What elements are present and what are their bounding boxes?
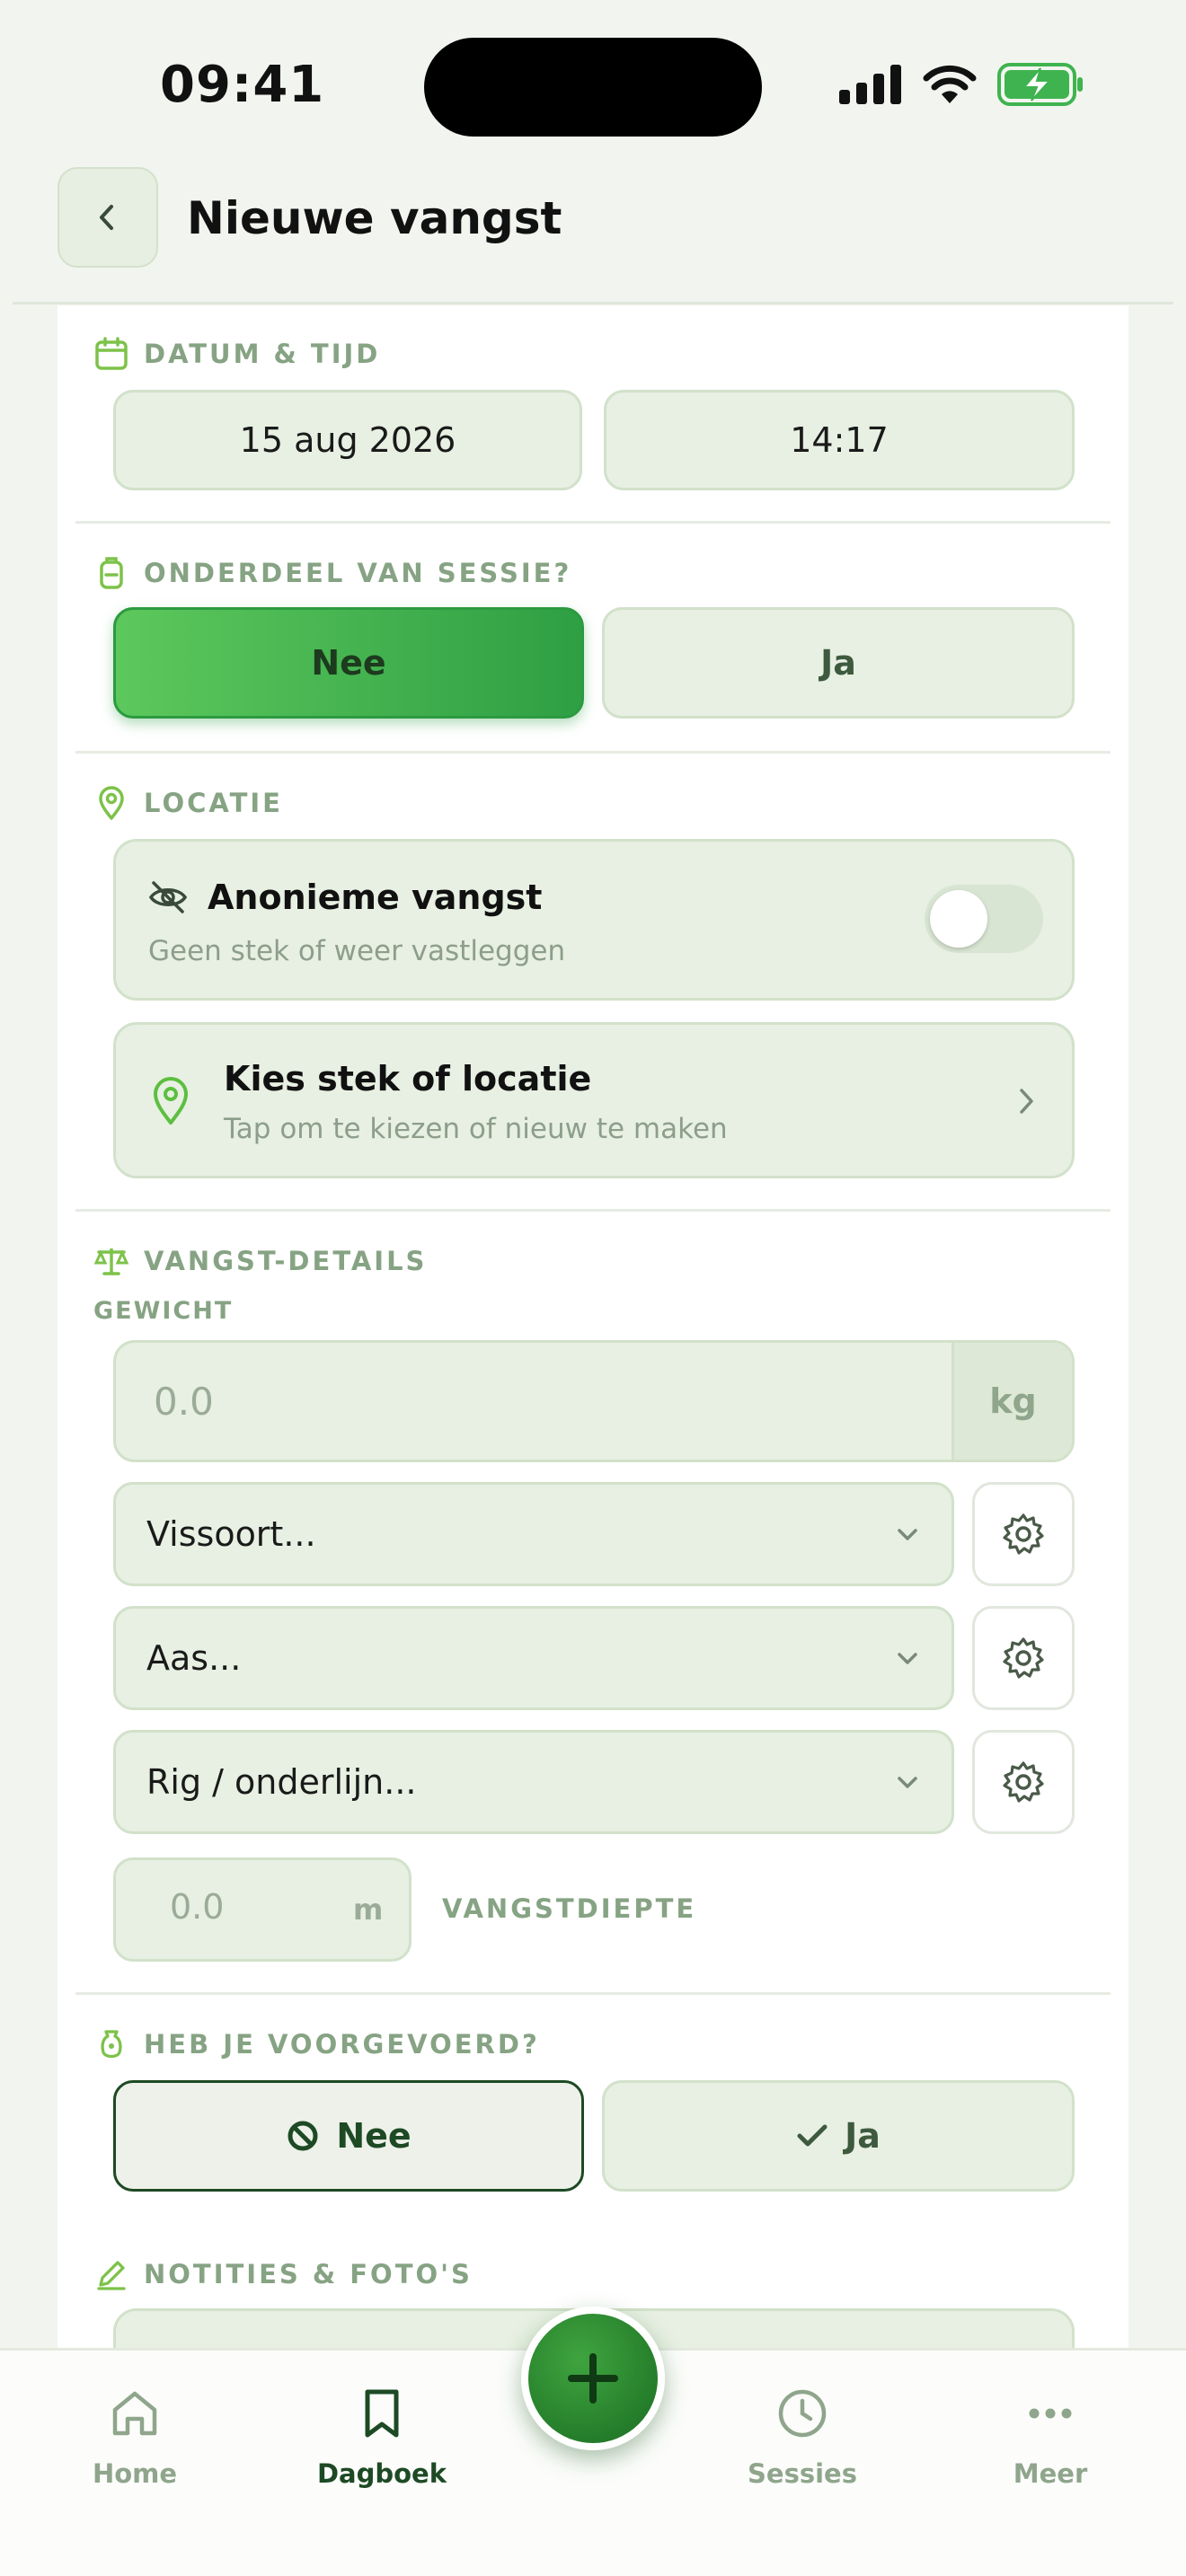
header: Nieuwe vangst — [0, 158, 1186, 304]
depth-input[interactable] — [170, 1887, 296, 1927]
eye-off-icon — [148, 879, 188, 915]
choose-location-button[interactable]: Kies stek of locatie Tap om te kiezen of… — [113, 1022, 1075, 1178]
status-bar: 09:41 — [0, 0, 1186, 158]
ban-icon — [286, 2119, 320, 2153]
chevron-left-icon — [92, 201, 124, 234]
choose-location-title: Kies stek of locatie — [224, 1059, 592, 1098]
check-icon — [796, 2122, 828, 2149]
section-label: ONDERDEEL VAN SESSIE? — [144, 558, 572, 588]
gear-icon — [1000, 1511, 1047, 1557]
pencil-icon — [93, 2256, 129, 2292]
choose-location-subtitle: Tap om te kiezen of nieuw te maken — [224, 1113, 728, 1145]
voorgevoerd-ja-label: Ja — [845, 2116, 881, 2156]
toggle-knob — [930, 890, 987, 948]
nav-sessies[interactable]: Sessies — [712, 2386, 892, 2489]
bait-select-text: Aas... — [146, 1638, 242, 1678]
bait-settings-button[interactable] — [972, 1606, 1075, 1710]
battery-charging-icon — [997, 63, 1084, 106]
dynamic-island — [424, 38, 762, 137]
anonymous-title: Anonieme vangst — [208, 878, 543, 917]
status-icons — [839, 63, 1084, 106]
weight-input[interactable] — [116, 1343, 950, 1460]
chevron-down-icon — [894, 1524, 921, 1544]
chevron-down-icon — [894, 1648, 921, 1668]
status-time: 09:41 — [160, 56, 325, 114]
time-picker[interactable]: 14:17 — [604, 390, 1075, 490]
section-label: NOTITIES & FOTO'S — [144, 2259, 473, 2289]
section-sessie-header: ONDERDEEL VAN SESSIE? — [93, 555, 571, 591]
section-label: HEB JE VOORGEVOERD? — [144, 2029, 540, 2060]
section-label: LOCATIE — [144, 788, 283, 818]
map-pin-icon — [150, 1075, 191, 1125]
form-card: DATUM & TIJD 15 aug 2026 14:17 ONDERDEEL… — [58, 305, 1128, 2416]
section-divider — [75, 751, 1111, 754]
chevron-right-icon — [1014, 1086, 1038, 1116]
section-label: VANGST-DETAILS — [144, 1246, 428, 1276]
sessie-ja-button[interactable]: Ja — [602, 607, 1075, 719]
nav-dagboek[interactable]: Dagboek — [292, 2386, 472, 2489]
anonymous-catch-card: Anonieme vangst Geen stek of weer vastle… — [113, 839, 1075, 1001]
bookmark-icon — [355, 2386, 409, 2440]
section-notities-header: NOTITIES & FOTO'S — [93, 2256, 473, 2292]
clock-icon — [775, 2386, 829, 2440]
species-select[interactable]: Vissoort... — [113, 1482, 954, 1586]
depth-label: VANGSTDIEPTE — [442, 1893, 697, 1924]
rig-settings-button[interactable] — [972, 1730, 1075, 1834]
depth-unit: m — [353, 1892, 384, 1927]
home-icon — [108, 2386, 162, 2440]
anonymous-subtitle: Geen stek of weer vastleggen — [148, 935, 566, 967]
signal-icon — [839, 65, 902, 104]
scale-icon — [93, 1243, 129, 1279]
date-picker[interactable]: 15 aug 2026 — [113, 390, 582, 490]
bait-bag-icon — [93, 2026, 129, 2062]
voorgevoerd-nee-button[interactable]: Nee — [113, 2080, 584, 2192]
plus-icon — [564, 2350, 622, 2407]
nav-meer[interactable]: Meer — [960, 2386, 1140, 2489]
section-label: DATUM & TIJD — [144, 339, 381, 369]
species-select-text: Vissoort... — [146, 1514, 316, 1554]
nav-sessies-label: Sessies — [748, 2458, 857, 2489]
map-pin-icon — [93, 785, 129, 821]
sessie-nee-button[interactable]: Nee — [113, 607, 584, 719]
section-voorgevoerd-header: HEB JE VOORGEVOERD? — [93, 2026, 540, 2062]
tackle-box-icon — [93, 555, 129, 591]
weight-unit: kg — [951, 1343, 1072, 1460]
voorgevoerd-nee-label: Nee — [336, 2116, 412, 2156]
section-divider — [75, 1992, 1111, 1995]
rig-select[interactable]: Rig / onderlijn... — [113, 1730, 954, 1834]
nav-dagboek-label: Dagboek — [316, 2458, 447, 2489]
calendar-icon — [93, 336, 129, 372]
more-icon — [1023, 2386, 1077, 2440]
gear-icon — [1000, 1635, 1047, 1681]
header-divider — [13, 302, 1173, 304]
page-title: Nieuwe vangst — [187, 192, 562, 244]
weight-field: kg — [113, 1340, 1075, 1462]
section-datum-tijd-header: DATUM & TIJD — [93, 336, 380, 372]
voorgevoerd-ja-button[interactable]: Ja — [602, 2080, 1075, 2192]
wifi-icon — [922, 64, 978, 105]
add-catch-button[interactable] — [521, 2307, 665, 2450]
species-settings-button[interactable] — [972, 1482, 1075, 1586]
anonymous-toggle[interactable] — [925, 885, 1043, 953]
section-divider — [75, 1209, 1111, 1212]
nav-home[interactable]: Home — [45, 2386, 225, 2489]
bait-select[interactable]: Aas... — [113, 1606, 954, 1710]
back-button[interactable] — [58, 167, 158, 268]
rig-select-text: Rig / onderlijn... — [146, 1762, 417, 1802]
depth-field: m — [113, 1857, 412, 1962]
nav-home-label: Home — [92, 2458, 178, 2489]
chevron-down-icon — [894, 1772, 921, 1792]
gear-icon — [1000, 1759, 1047, 1805]
section-divider — [75, 521, 1111, 524]
nav-meer-label: Meer — [1013, 2458, 1088, 2489]
section-locatie-header: LOCATIE — [93, 785, 283, 821]
weight-label: GEWICHT — [93, 1297, 234, 1325]
section-details-header: VANGST-DETAILS — [93, 1243, 427, 1279]
